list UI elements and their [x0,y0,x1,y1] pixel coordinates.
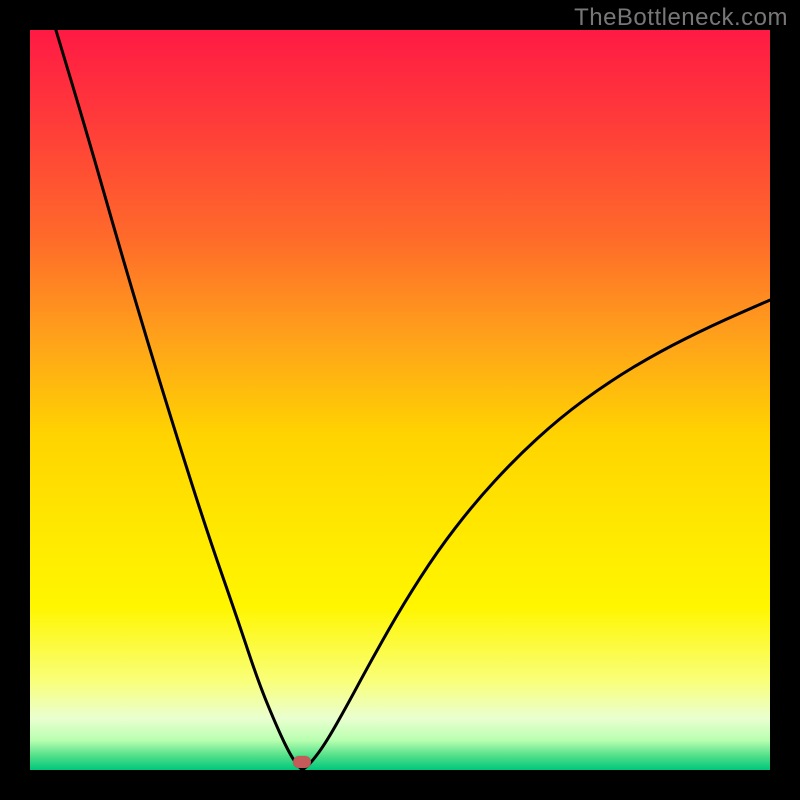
chart-frame: TheBottleneck.com [0,0,800,800]
curve-right-branch [302,300,770,770]
curve-left-branch [56,30,302,770]
watermark-text: TheBottleneck.com [574,4,788,32]
optimal-point-marker [293,756,311,768]
bottleneck-curve [30,30,770,770]
